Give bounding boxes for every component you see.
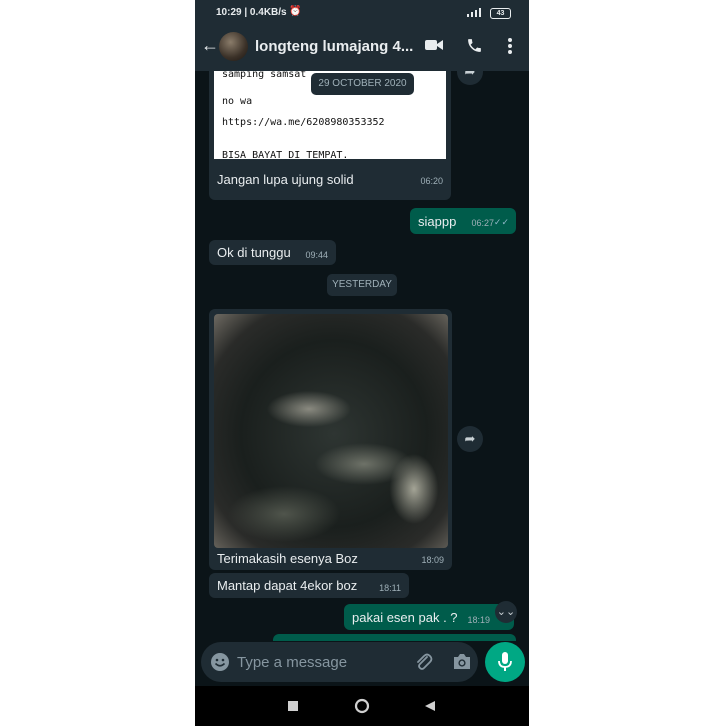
forward-icon[interactable]: ➦ (457, 71, 483, 85)
message-time: 06:27 (471, 218, 494, 228)
more-options-icon[interactable] (507, 37, 513, 60)
alarm-icon: ⏰ (289, 6, 302, 17)
video-call-icon[interactable] (424, 37, 444, 58)
message-bubble-outgoing[interactable]: siappp 06:27 ✓✓ (410, 208, 516, 234)
message-bubble-partial (273, 634, 516, 641)
chat-header: ← longteng lumajang 4... (195, 24, 529, 71)
message-bubble-incoming[interactable]: Ok di tunggu 09:44 (209, 240, 336, 265)
attach-icon[interactable] (415, 652, 433, 677)
back-arrow-icon[interactable]: ← (201, 35, 219, 56)
recents-icon[interactable] (287, 699, 299, 717)
phone-screen: 10:29 | 0.4KB/s ⏰ 43 ← longteng lumajang… (195, 0, 529, 726)
mic-icon (498, 652, 512, 671)
message-text: Terimakasih esenya Boz (217, 551, 358, 566)
forward-icon[interactable]: ➦ (457, 426, 483, 452)
voice-call-icon[interactable] (466, 37, 483, 59)
date-divider: YESTERDAY (327, 274, 397, 296)
back-nav-icon[interactable] (424, 699, 436, 717)
message-bubble-incoming[interactable]: Mantap dapat 4ekor boz 18:11 (209, 573, 409, 598)
message-text: Jangan lupa ujung solid (217, 172, 354, 187)
scroll-to-bottom-icon[interactable]: ⌄⌄ (495, 601, 517, 623)
message-bubble-photo[interactable]: Terimakasih esenya Boz 18:09 (209, 309, 452, 570)
status-bar: 10:29 | 0.4KB/s ⏰ 43 (195, 0, 529, 24)
message-text: Mantap dapat 4ekor boz (217, 578, 358, 593)
message-text: siappp (418, 214, 457, 229)
message-text: Ok di tunggu (217, 245, 291, 260)
system-navigation-bar (195, 686, 529, 726)
message-input[interactable]: Type a message (237, 654, 347, 671)
status-time: 10:29 | 0.4KB/s (216, 7, 287, 18)
contact-name[interactable]: longteng lumajang 4... (255, 38, 413, 55)
message-time: 18:19 (467, 615, 490, 625)
note-line: samping samsat (222, 71, 307, 80)
message-time: 18:11 (379, 583, 401, 593)
delivered-ticks-icon: ✓✓ (493, 217, 509, 227)
message-time: 06:20 (420, 176, 443, 186)
message-composer[interactable]: Type a message (201, 642, 478, 682)
date-overlay: 29 OCTOBER 2020 (311, 73, 414, 95)
camera-icon[interactable] (452, 653, 472, 675)
message-time: 09:44 (305, 250, 328, 260)
battery-indicator: 43 (490, 8, 511, 19)
note-line: BISA BAYAT DI TEMPAT. (222, 150, 349, 161)
home-icon[interactable] (354, 698, 370, 719)
emoji-icon[interactable] (210, 652, 230, 677)
note-line: https://wa.me/6208980353352 (222, 117, 385, 128)
chat-area[interactable]: samping samsat no wa https://wa.me/62089… (195, 71, 529, 641)
contact-avatar[interactable] (219, 32, 248, 61)
fish-photo[interactable] (214, 314, 448, 548)
message-bubble-outgoing[interactable]: pakai esen pak . ? 18:19 (344, 604, 514, 630)
signal-icon (467, 8, 483, 20)
message-time: 18:09 (421, 555, 444, 565)
message-text: pakai esen pak . ? (352, 610, 458, 625)
note-line: no wa (222, 96, 253, 107)
mic-button[interactable] (485, 642, 525, 682)
